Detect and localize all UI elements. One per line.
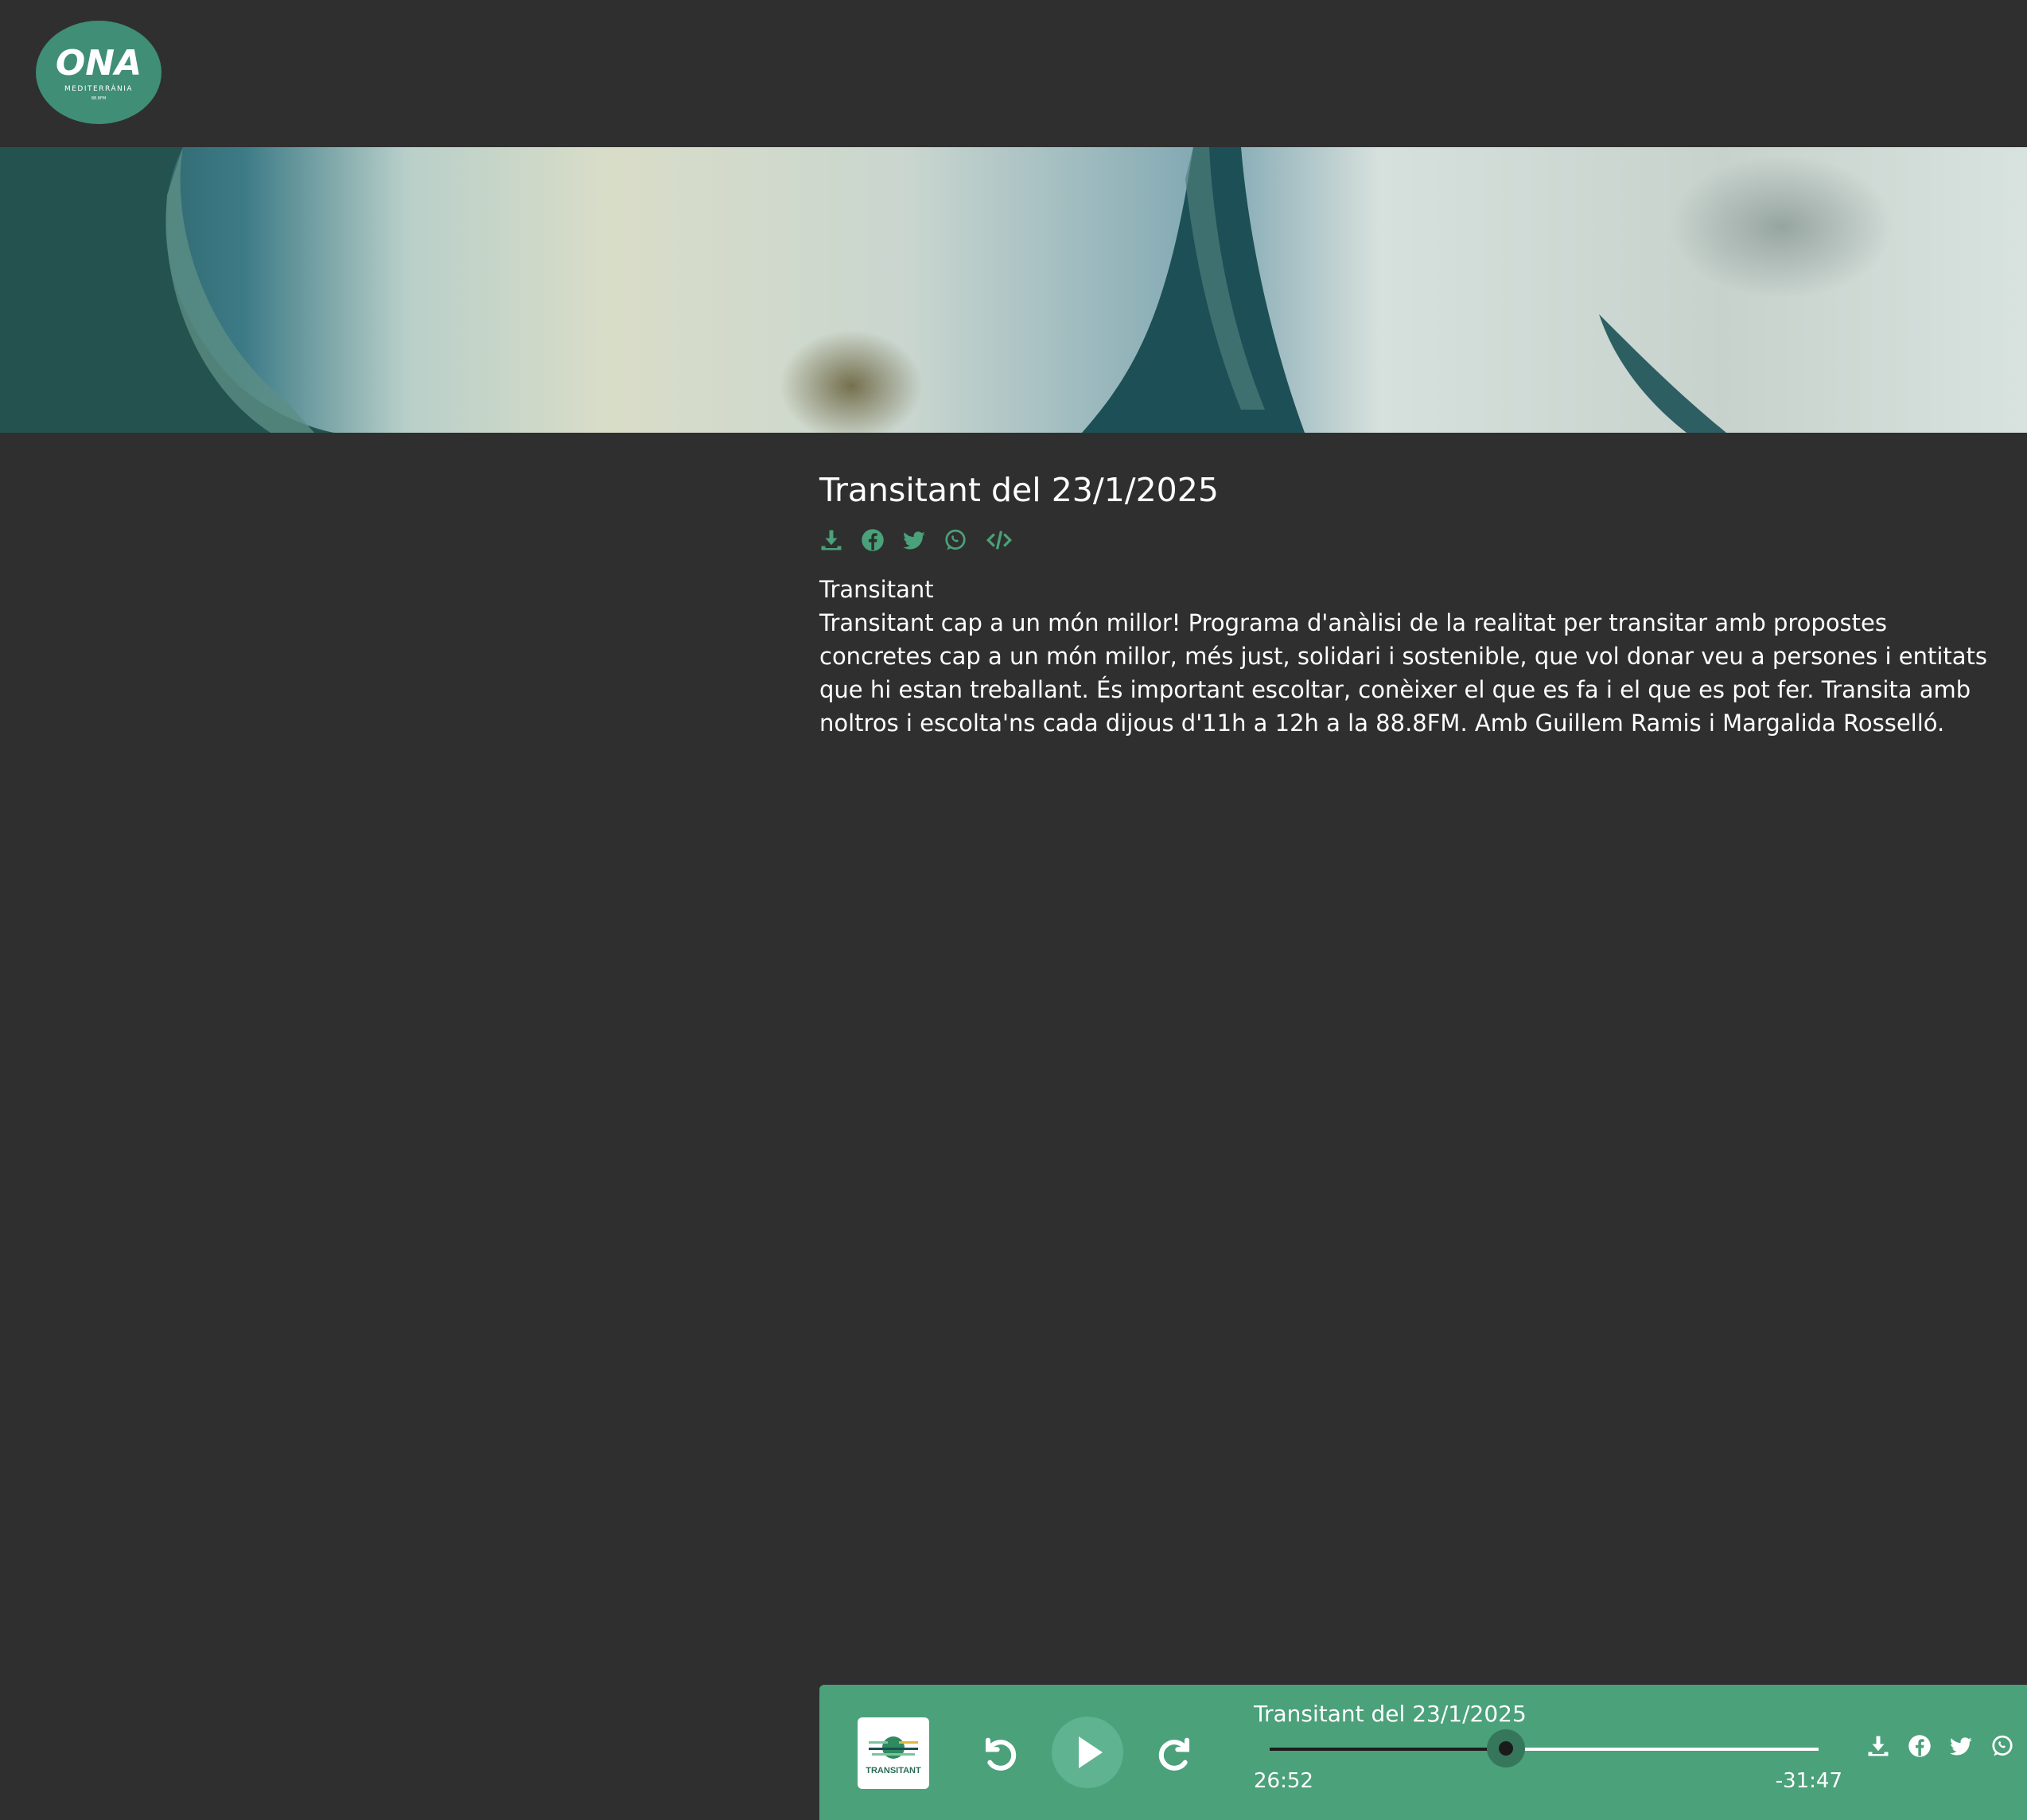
transitant-cover-art [869,1736,918,1759]
ona-mediterrania-logo[interactable]: ONA MEDITERRÀNIA 88.8FM [35,19,162,126]
audio-player: TRANSITANT Transitant del 23/1/2025 26:5… [819,1685,2027,1820]
episode-description: Transitant cap a un món millor! Programa… [819,609,1988,737]
player-share-icons [1866,1734,2014,1758]
rewind-button[interactable] [977,1731,1021,1775]
play-icon [1079,1736,1103,1768]
download-icon[interactable] [819,528,843,552]
whatsapp-icon[interactable] [1990,1734,2014,1758]
svg-text:88.8FM: 88.8FM [91,96,106,101]
twitter-icon[interactable] [1949,1734,1973,1758]
share-toolbar [819,528,2005,552]
whatsapp-icon[interactable] [943,528,967,552]
progress-played [1270,1748,1506,1751]
svg-text:ONA: ONA [56,43,142,84]
header: ONA MEDITERRÀNIA 88.8FM [0,0,2027,147]
current-time: 26:52 [1254,1769,1313,1793]
facebook-icon[interactable] [1908,1734,1932,1758]
play-button[interactable] [1052,1717,1123,1788]
svg-text:MEDITERRÀNIA: MEDITERRÀNIA [64,84,133,93]
download-icon[interactable] [1866,1734,1890,1758]
episode-content: Transitant del 23/1/2025 Transitant Tran… [819,469,2005,740]
hero-banner-image [0,147,2027,433]
facebook-icon[interactable] [861,528,885,552]
player-title: Transitant del 23/1/2025 [1254,1701,1527,1727]
remaining-time: -31:47 [1775,1769,1842,1793]
cover-label: TRANSITANT [866,1766,921,1775]
episode-cover-thumbnail: TRANSITANT [858,1717,929,1789]
forward-button[interactable] [1154,1731,1198,1775]
program-name: Transitant [819,576,934,603]
embed-code-icon[interactable] [985,528,1014,552]
twitter-icon[interactable] [902,528,926,552]
progress-track[interactable] [1270,1729,1819,1768]
episode-title: Transitant del 23/1/2025 [819,471,1219,509]
progress-thumb[interactable] [1486,1729,1525,1768]
